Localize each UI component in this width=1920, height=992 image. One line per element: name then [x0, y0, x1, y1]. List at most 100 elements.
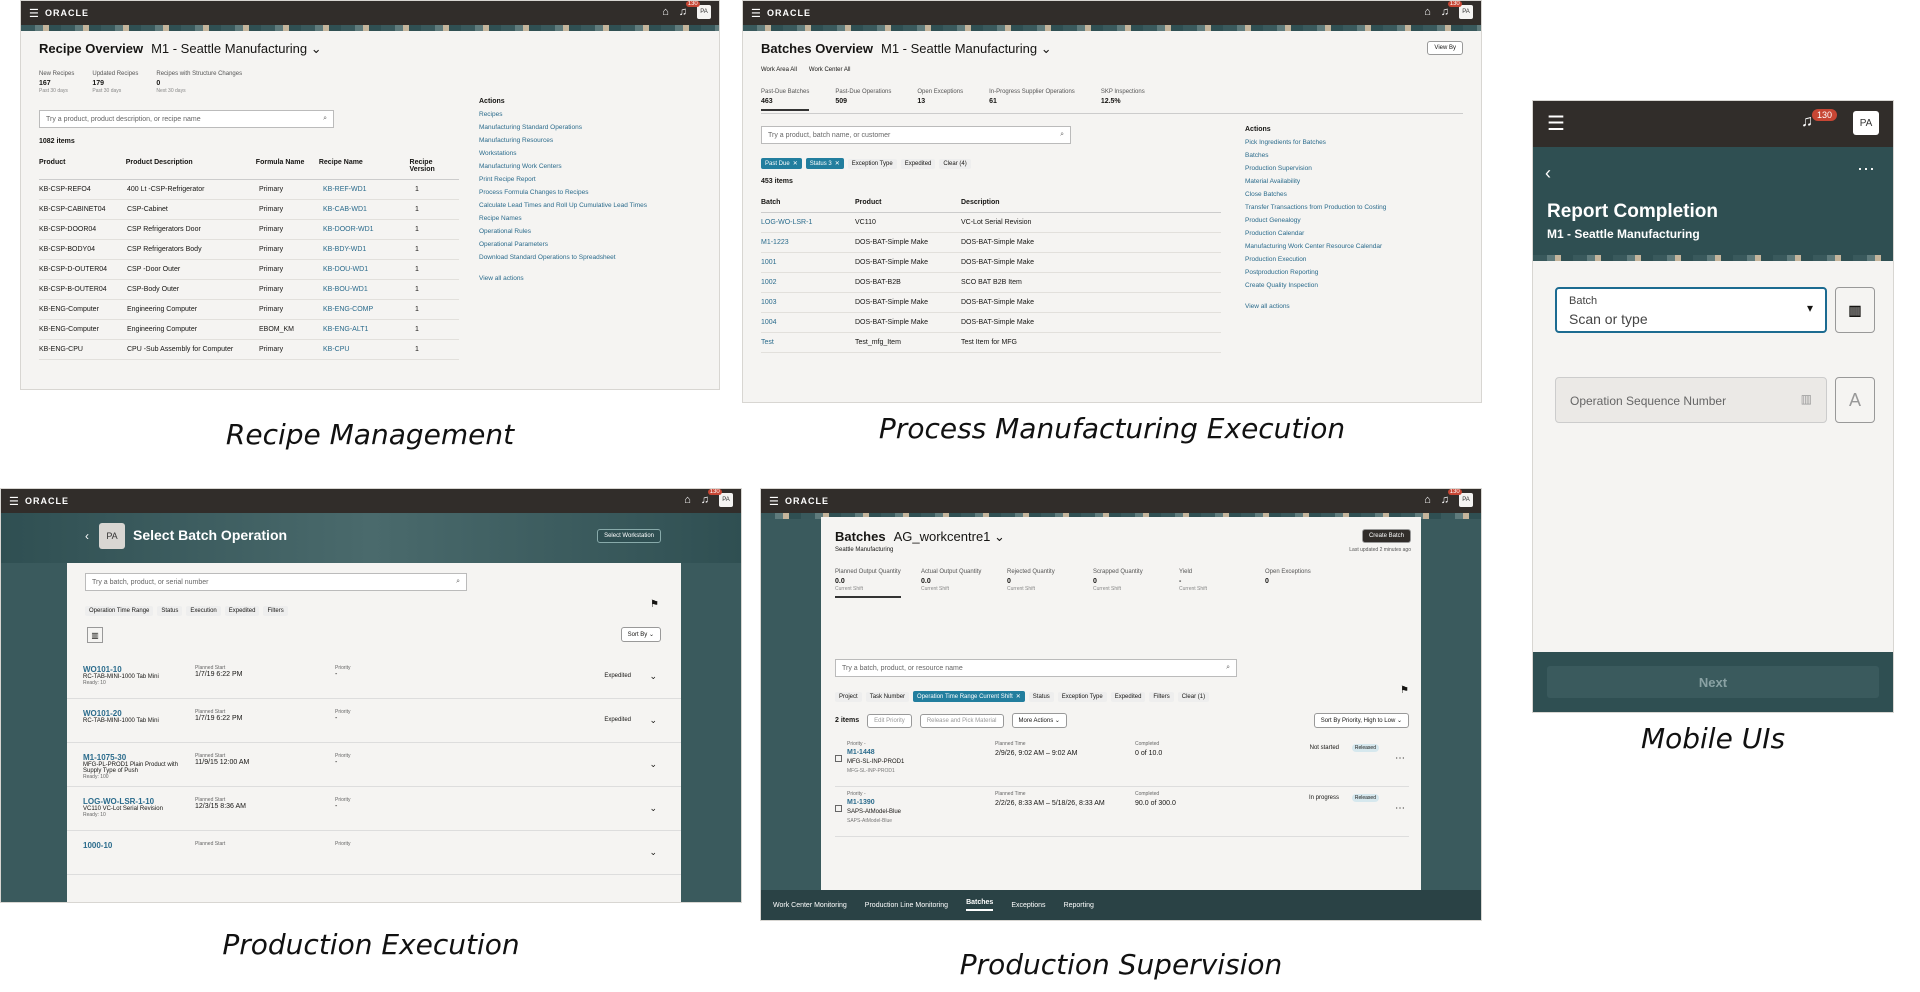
search-icon[interactable]: ⌕: [1060, 131, 1064, 139]
action-link[interactable]: Recipe Names: [479, 215, 647, 222]
avatar[interactable]: PA: [1459, 5, 1473, 19]
table-row[interactable]: KB-CSP-DOOR04 CSP Refrigerators Door Prima…: [39, 220, 459, 240]
action-link[interactable]: Postproduction Reporting: [1245, 269, 1386, 276]
metric-past-due-operations[interactable]: Past-Due Operations 509: [835, 89, 891, 111]
create-batch-button[interactable]: Create Batch: [1361, 529, 1411, 543]
table-cell[interactable]: KB-REF-WD1: [323, 186, 415, 193]
batch-id[interactable]: M1-1390: [847, 799, 875, 806]
filter-chip[interactable]: Project: [835, 692, 862, 702]
chevron-down-icon[interactable]: ⌄: [649, 759, 657, 770]
action-link[interactable]: Print Recipe Report: [479, 176, 647, 183]
metric-tile[interactable]: Open Exceptions 0: [1265, 569, 1331, 598]
bottom-tab[interactable]: Production Line Monitoring: [865, 902, 948, 909]
action-link[interactable]: Manufacturing Work Center Resource Calen…: [1245, 243, 1386, 250]
select-workstation-button[interactable]: Select Workstation: [597, 529, 661, 543]
action-link[interactable]: Create Quality Inspection: [1245, 282, 1386, 289]
edit-priority-button[interactable]: Edit Priority: [867, 713, 912, 728]
table-cell[interactable]: KB-CAB-WD1: [323, 206, 415, 213]
table-cell[interactable]: KB-ENG-COMP: [323, 306, 415, 313]
metric-past-due-batches[interactable]: Past-Due Batches 463: [761, 89, 810, 111]
search-input[interactable]: Try a product, batch name, or customer ⌕: [761, 126, 1071, 144]
table-cell[interactable]: KB-DOU-WD1: [323, 266, 415, 273]
table-row[interactable]: KB-CSP-D-OUTER04 CSP -Door Outer Primary KB…: [39, 260, 459, 280]
context-selector[interactable]: M1 - Seattle Manufacturing ⌄: [881, 41, 1052, 57]
back-icon[interactable]: ‹: [1545, 163, 1551, 184]
table-cell[interactable]: KB-BDY-WD1: [323, 246, 415, 253]
sort-by-button[interactable]: Sort By ⌄: [620, 627, 661, 642]
list-item[interactable]: Priority - M1-1448 MFG-SL-INP-PROD1 MFG-SL-…: [835, 737, 1409, 787]
action-link[interactable]: Material Availability: [1245, 178, 1386, 185]
metric-tile[interactable]: Scrapped Quantity 0 Current Shift: [1093, 569, 1159, 598]
action-link[interactable]: Production Supervision: [1245, 165, 1386, 172]
operation-id[interactable]: WO101-20: [83, 709, 195, 718]
home-icon[interactable]: ⌂: [684, 494, 691, 506]
scan-icon[interactable]: ▥: [87, 627, 103, 643]
table-row[interactable]: Test Test_mfg_Item Test Item for MFG: [761, 333, 1221, 353]
sort-button[interactable]: Sort By Priority, High to Low ⌄: [1313, 713, 1409, 728]
operation-id[interactable]: 1000-10: [83, 841, 195, 850]
filter-chip[interactable]: Expedited: [900, 159, 936, 169]
view-by-button[interactable]: View By: [1427, 41, 1463, 55]
filter-chip[interactable]: Operation Time Range: [85, 606, 154, 616]
col-product[interactable]: Product: [39, 159, 126, 173]
avatar[interactable]: PA: [719, 493, 733, 507]
table-row[interactable]: KB-CSP-BODY04 CSP Refrigerators Body Prima…: [39, 240, 459, 260]
menu-icon[interactable]: ☰: [751, 7, 763, 20]
metric-structure-changes[interactable]: Recipes with Structure Changes 0 Next 30 d…: [156, 71, 242, 94]
operation-id[interactable]: LOG-WO-LSR-1-10: [83, 797, 195, 806]
table-row[interactable]: KB-CSP-REFO4 400 Lt -CSP-Refrigerator Prim…: [39, 180, 459, 200]
chevron-down-icon[interactable]: ⌄: [649, 803, 657, 814]
notifications-icon[interactable]: ♫ 130: [1441, 489, 1462, 506]
more-icon[interactable]: ⋯: [1395, 803, 1405, 814]
table-row[interactable]: 1001 DOS-BAT-Simple Make DOS-BAT-Simple Ma…: [761, 253, 1221, 273]
table-row[interactable]: KB-ENG-Computer Engineering Computer Prima…: [39, 300, 459, 320]
filter-chip[interactable]: Clear (4): [939, 159, 971, 169]
filter-chip[interactable]: Clear (1): [1177, 692, 1210, 702]
next-button[interactable]: Next: [1547, 666, 1879, 698]
action-link[interactable]: Download Standard Operations to Spreadsh…: [479, 254, 647, 261]
notifications-icon[interactable]: ♫ 130: [701, 489, 722, 506]
caret-down-icon[interactable]: ▾: [1807, 301, 1813, 315]
action-link[interactable]: Production Execution: [1245, 256, 1386, 263]
table-row[interactable]: KB-ENG-Computer Engineering Computer EBOM_…: [39, 320, 459, 340]
more-icon[interactable]: ⋯: [1395, 753, 1405, 764]
menu-icon[interactable]: ☰: [769, 495, 781, 508]
avatar[interactable]: PA: [1853, 111, 1879, 135]
metric-tile[interactable]: Planned Output Quantity 0.0 Current Shift: [835, 569, 901, 598]
close-icon[interactable]: ✕: [835, 161, 840, 167]
action-link[interactable]: Manufacturing Work Centers: [479, 163, 647, 170]
operation-sequence-field[interactable]: Operation Sequence Number ▥: [1555, 377, 1827, 423]
metric-open-exceptions[interactable]: Open Exceptions 13: [917, 89, 963, 111]
batch-field[interactable]: Batch Scan or type ▾: [1555, 287, 1827, 333]
table-cell[interactable]: 1004: [761, 319, 855, 326]
list-item[interactable]: M1-1075-30 MFG-PL-PROD1 Plain Product wit…: [67, 743, 681, 787]
list-item[interactable]: Priority - M1-1390 SAPS-AtModel-Blue SAPS-A…: [835, 787, 1409, 837]
filter-chip[interactable]: Past Due ✕: [761, 158, 802, 169]
close-icon[interactable]: ✕: [1016, 694, 1021, 700]
menu-icon[interactable]: ☰: [29, 7, 41, 20]
metric-skp-inspections[interactable]: SKP Inspections 12.5%: [1101, 89, 1145, 111]
table-cell[interactable]: 1003: [761, 299, 855, 306]
search-input[interactable]: Try a product, product description, or r…: [39, 110, 334, 128]
bottom-tab[interactable]: Batches: [966, 899, 994, 911]
filter-chip[interactable]: Filters: [1149, 692, 1174, 702]
bottom-tab[interactable]: Work Center Monitoring: [773, 902, 847, 909]
chevron-down-icon[interactable]: ⌄: [649, 715, 657, 726]
filter-chip[interactable]: Operation Time Range Current Shift ✕: [913, 691, 1025, 702]
bottom-tab[interactable]: Reporting: [1064, 902, 1094, 909]
more-icon[interactable]: ⋯: [1857, 159, 1875, 180]
back-icon[interactable]: ‹: [85, 529, 89, 543]
chevron-down-icon[interactable]: ⌄: [649, 671, 657, 682]
chevron-down-icon[interactable]: ⌄: [649, 847, 657, 858]
list-item[interactable]: WO101-10 RC-TAB-MINI-1000 Tab Mini Ready: …: [67, 655, 681, 699]
list-item[interactable]: LOG-WO-LSR-1-10 VC110 VC-Lot Serial Revis…: [67, 787, 681, 831]
metric-tile[interactable]: Actual Output Quantity 0.0 Current Shift: [921, 569, 987, 598]
action-link[interactable]: Product Genealogy: [1245, 217, 1386, 224]
search-input[interactable]: Try a batch, product, or resource name ⌕: [835, 659, 1237, 677]
search-icon[interactable]: ⌕: [323, 115, 327, 123]
filter-chip[interactable]: Exception Type: [1057, 692, 1107, 702]
table-cell[interactable]: Test: [761, 339, 855, 346]
avatar[interactable]: PA: [697, 5, 711, 19]
table-row[interactable]: KB-CSP-CABINET04 CSP-Cabinet Primary KB-CAB…: [39, 200, 459, 220]
filter-chip[interactable]: Execution: [186, 606, 221, 616]
